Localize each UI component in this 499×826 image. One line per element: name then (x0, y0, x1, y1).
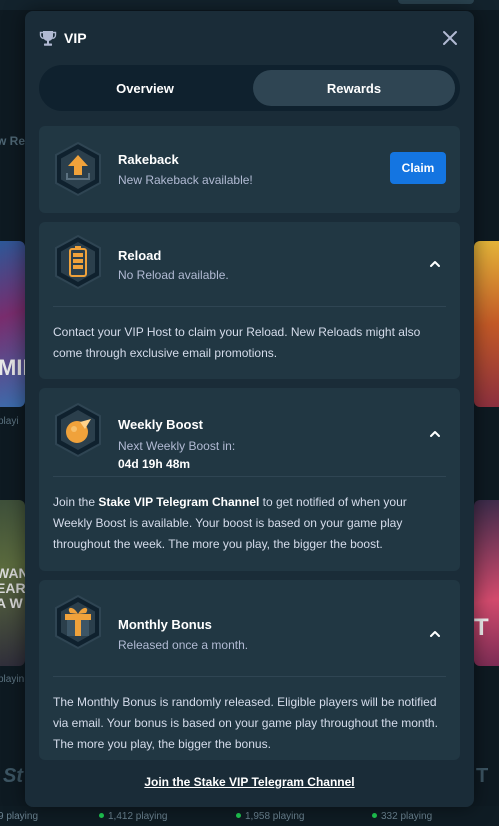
background-playing-stat-label: 9 playing (0, 811, 39, 822)
background-card-text: T (474, 614, 489, 641)
background-game-card (474, 241, 499, 407)
close-icon[interactable] (438, 26, 462, 50)
monthly-bonus-title: Monthly Bonus (118, 617, 212, 632)
online-dot-icon (236, 813, 241, 818)
modal-title: VIP (64, 30, 87, 46)
reload-subtitle: No Reload available. (118, 268, 229, 282)
gift-badge-icon (55, 594, 101, 650)
weekly-boost-countdown: 04d 19h 48m (118, 457, 191, 471)
weekly-boost-subtitle: Next Weekly Boost in: (118, 439, 236, 453)
background-playing-stat-label: 332 playing (381, 811, 433, 822)
claim-rakeback-button[interactable]: Claim (390, 152, 446, 184)
weekly-boost-description: Join the Stake VIP Telegram Channel to g… (53, 492, 446, 555)
tab-rewards[interactable]: Rewards (253, 70, 455, 106)
background-section-title: w Re (0, 134, 26, 148)
card-divider (53, 306, 446, 307)
reload-title: Reload (118, 248, 162, 263)
rakeback-title: Rakeback (118, 152, 179, 167)
chevron-up-icon[interactable] (427, 256, 443, 272)
chevron-up-icon[interactable] (427, 426, 443, 442)
rakeback-subtitle: New Rakeback available! (118, 173, 253, 187)
reload-card: Reload No Reload available. Contact your… (39, 222, 460, 379)
boost-badge-icon (55, 402, 101, 458)
reload-description: Contact your VIP Host to claim your Relo… (53, 325, 421, 360)
chevron-up-icon[interactable] (427, 626, 443, 642)
monthly-bonus-description: The Monthly Bonus is randomly released. … (53, 695, 438, 751)
background-playing-stat-label: 1,412 playing (108, 811, 168, 822)
monthly-bonus-subtitle: Released once a month. (118, 638, 249, 652)
background-card-text: MIN (0, 355, 25, 380)
vip-modal: VIP Overview Rewards Rakeback New Rakeba… (25, 11, 474, 807)
background-playing-stat: 1,412 playing (99, 811, 168, 822)
trophy-icon (39, 31, 57, 46)
background-top-button (398, 0, 474, 4)
battery-badge-icon (55, 234, 101, 290)
online-dot-icon (99, 813, 104, 818)
background-playing-stat: 9 playing (0, 811, 38, 822)
telegram-channel-footer-link[interactable]: Join the Stake VIP Telegram Channel (25, 775, 474, 789)
background-card-text: WAN EAR A W (0, 565, 25, 611)
background-playing-count: playin (0, 674, 25, 685)
background-game-card: T (474, 500, 499, 666)
weekly-boost-card: Weekly Boost Next Weekly Boost in: 04d 1… (39, 388, 460, 571)
background-game-card: MIN (0, 241, 25, 407)
background-playing-count: playi (0, 416, 19, 427)
background-game-card: WAN EAR A W (0, 500, 25, 666)
background-logo: St (3, 765, 23, 787)
telegram-channel-link[interactable]: Stake VIP Telegram Channel (98, 495, 259, 509)
rakeback-badge-icon (55, 141, 101, 197)
modal-header: VIP (25, 11, 474, 67)
background-playing-stat: 1,958 playing (236, 811, 305, 822)
card-divider (53, 476, 446, 477)
weekly-boost-description-prefix: Join the (53, 495, 99, 509)
tab-overview[interactable]: Overview (44, 70, 246, 106)
background-playing-stat-label: 1,958 playing (245, 811, 305, 822)
online-dot-icon (372, 813, 377, 818)
rakeback-card: Rakeback New Rakeback available! Claim (39, 126, 460, 213)
background-playing-stat: 332 playing (372, 811, 432, 822)
vip-tabs: Overview Rewards (39, 65, 460, 111)
monthly-bonus-card: Monthly Bonus Released once a month. The… (39, 580, 460, 760)
card-divider (53, 676, 446, 677)
weekly-boost-title: Weekly Boost (118, 417, 204, 432)
background-logo: T (476, 765, 489, 787)
